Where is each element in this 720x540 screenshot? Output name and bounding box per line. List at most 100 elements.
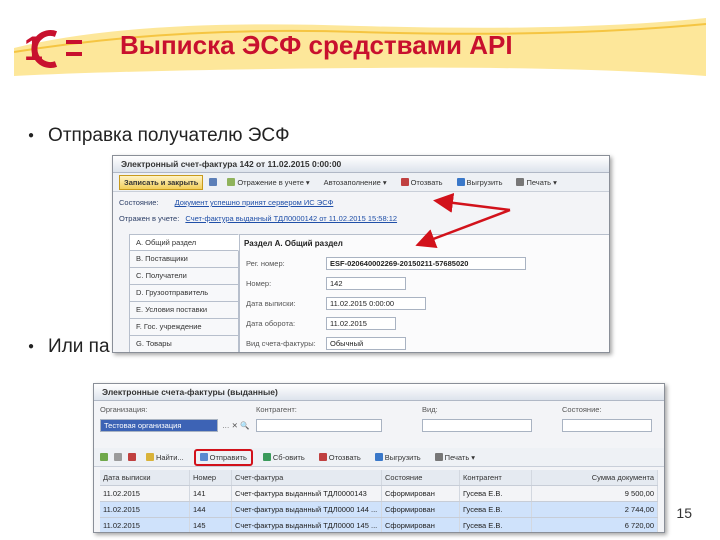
turnover-date-field[interactable]: 11.02.2015 xyxy=(326,317,396,330)
window-title: Электронные счета-фактуры (выданные) xyxy=(94,384,664,401)
revoke-icon xyxy=(400,178,409,186)
cell-contractor: Гусева Е.В. xyxy=(460,518,532,532)
general-section-form: Раздел А. Общий раздел Рег. номер: ESF-0… xyxy=(239,234,609,352)
nav-delivery-terms[interactable]: Е. Условия поставки xyxy=(129,302,239,319)
print-button[interactable]: Печать ▾ xyxy=(431,451,479,464)
cell-state: Сформирован xyxy=(382,502,460,517)
save-icon[interactable] xyxy=(209,178,218,186)
slide-title: Выписка ЭСФ средствами API xyxy=(120,30,513,60)
table-row[interactable]: 11.02.2015 141 Счет-фактура выданный ТДЛ… xyxy=(100,486,658,502)
reg-number-label: Рег. номер: xyxy=(246,259,285,268)
cell-amount: 6 720,00 xyxy=(532,518,658,532)
add-icon[interactable] xyxy=(100,453,108,461)
export-icon xyxy=(456,178,465,186)
list-toolbar: Найти... Отправить Сб-овить Отозвать Выг… xyxy=(94,448,664,467)
refresh-icon xyxy=(262,453,271,461)
table-row[interactable]: 11.02.2015 144 Счет-фактура выданный ТДЛ… xyxy=(100,502,658,518)
kind-field[interactable] xyxy=(422,419,532,432)
esf-list-window: Электронные счета-фактуры (выданные) Орг… xyxy=(93,383,665,533)
nav-shipper[interactable]: D. Грузоотправитель xyxy=(129,285,239,302)
section-title: Раздел А. Общий раздел xyxy=(244,239,343,248)
organization-field[interactable]: Тестовая организация xyxy=(100,419,218,432)
reg-number-field[interactable]: ESF-020640002269-20150211-57685020 xyxy=(326,257,526,270)
autofill-button[interactable]: Автозаполнение ▾ xyxy=(320,176,391,189)
turnover-date-label: Дата оборота: xyxy=(246,319,296,328)
nav-recipients[interactable]: С. Получатели xyxy=(129,268,239,285)
table-row[interactable]: 11.02.2015 145 Счет-фактура выданный ТДЛ… xyxy=(100,518,658,532)
export-label: Выгрузить xyxy=(384,452,421,462)
window-title: Электронный счет-фактура 142 от 11.02.20… xyxy=(113,156,609,173)
print-label: Печать xyxy=(526,177,552,187)
status-value[interactable]: Документ успешно принят сервером ИС ЭСФ xyxy=(175,198,334,207)
bullet-sending: ● Отправка получателю ЭСФ xyxy=(28,125,290,147)
revoke-button[interactable]: Отозвать xyxy=(315,451,365,464)
section-nav: А. Общий раздел В. Поставщики С. Получат… xyxy=(129,234,239,352)
find-button[interactable]: Найти... xyxy=(142,451,188,464)
accounting-reflection-button[interactable]: Отражение в учете ▾ xyxy=(223,176,313,189)
filter-row: Организация: Тестовая организация … ✕ 🔍 … xyxy=(94,401,664,439)
send-button[interactable]: Отправить xyxy=(193,448,253,466)
kind-label: Вид: xyxy=(422,405,438,414)
refresh-button[interactable]: Сб-овить xyxy=(259,451,309,464)
copy-icon[interactable] xyxy=(114,453,122,461)
org-select-clear-icon[interactable]: … ✕ 🔍 xyxy=(222,421,249,430)
cell-amount: 9 500,00 xyxy=(532,486,658,501)
nav-suppliers[interactable]: В. Поставщики xyxy=(129,251,239,268)
find-icon xyxy=(146,453,154,461)
cell-amount: 2 744,00 xyxy=(532,502,658,517)
table-header: Дата выписки Номер Счет-фактура Состояни… xyxy=(100,470,658,486)
revoke-label: Отозвать xyxy=(328,452,361,462)
autofill-label: Автозаполнение xyxy=(323,177,381,187)
state-field[interactable] xyxy=(562,419,652,432)
issue-date-field[interactable]: 11.02.2015 0:00:00 xyxy=(326,297,426,310)
refresh-label: Сб-овить xyxy=(272,452,305,462)
save-and-close-button[interactable]: Записать и закрыть xyxy=(119,174,204,190)
delete-icon[interactable] xyxy=(128,453,136,461)
cell-invoice: Счет-фактура выданный ТДЛ0000 145 ... xyxy=(232,518,382,532)
nav-general-section[interactable]: А. Общий раздел xyxy=(129,234,239,251)
cell-contractor: Гусева Е.В. xyxy=(460,486,532,501)
print-label: Печать xyxy=(444,452,470,462)
status-row: Состояние: Документ успешно принят серве… xyxy=(119,198,333,207)
cell-state: Сформирован xyxy=(382,518,460,532)
state-label: Состояние: xyxy=(562,405,602,414)
reflected-label: Отражен в учете: xyxy=(119,214,180,223)
col-state[interactable]: Состояние xyxy=(382,470,460,485)
reflected-link[interactable]: Счет-фактура выданный ТДЛ0000142 от 11.0… xyxy=(185,214,397,223)
export-button[interactable]: Выгрузить xyxy=(371,451,425,464)
export-icon xyxy=(374,453,383,461)
number-label: Номер: xyxy=(246,279,272,288)
export-button[interactable]: Выгрузить xyxy=(453,176,507,189)
document-toolbar: Записать и закрыть Отражение в учете ▾ А… xyxy=(113,173,609,192)
send-label: Отправить xyxy=(209,452,247,462)
nav-gov-institution[interactable]: F. Гос. учреждение xyxy=(129,319,239,336)
reflection-icon xyxy=(227,178,236,186)
cell-invoice: Счет-фактура выданный ТДЛ0000 144 ... xyxy=(232,502,382,517)
invoice-table: Дата выписки Номер Счет-фактура Состояни… xyxy=(100,470,658,532)
col-issue-date[interactable]: Дата выписки xyxy=(100,470,190,485)
invoice-type-field[interactable]: Обычный xyxy=(326,337,406,350)
reflected-row: Отражен в учете: Счет-фактура выданный Т… xyxy=(119,214,397,223)
page-number: 15 xyxy=(676,505,692,521)
bullet-dot: ● xyxy=(28,341,35,353)
revoke-button[interactable]: Отозвать xyxy=(397,176,447,189)
cell-contractor: Гусева Е.В. xyxy=(460,502,532,517)
cell-invoice: Счет-фактура выданный ТДЛ0000143 xyxy=(232,486,382,501)
col-number[interactable]: Номер xyxy=(190,470,232,485)
cell-date: 11.02.2015 xyxy=(100,518,190,532)
nav-goods[interactable]: G. Товары xyxy=(129,336,239,352)
bullet-or: ● Или па xyxy=(28,336,110,358)
esf-document-window: Электронный счет-фактура 142 от 11.02.20… xyxy=(112,155,610,353)
slide-header: 1 Выписка ЭСФ средствами API xyxy=(0,0,720,88)
find-label: Найти... xyxy=(156,452,184,462)
bullet-dot: ● xyxy=(28,130,35,142)
print-button[interactable]: Печать ▾ xyxy=(512,176,560,189)
col-amount[interactable]: Сумма документа xyxy=(532,470,658,485)
export-label: Выгрузить xyxy=(466,177,503,187)
contractor-field[interactable] xyxy=(256,419,382,432)
print-icon xyxy=(434,453,443,461)
col-invoice[interactable]: Счет-фактура xyxy=(232,470,382,485)
number-field[interactable]: 142 xyxy=(326,277,406,290)
cell-date: 11.02.2015 xyxy=(100,486,190,501)
col-contractor[interactable]: Контрагент xyxy=(460,470,532,485)
